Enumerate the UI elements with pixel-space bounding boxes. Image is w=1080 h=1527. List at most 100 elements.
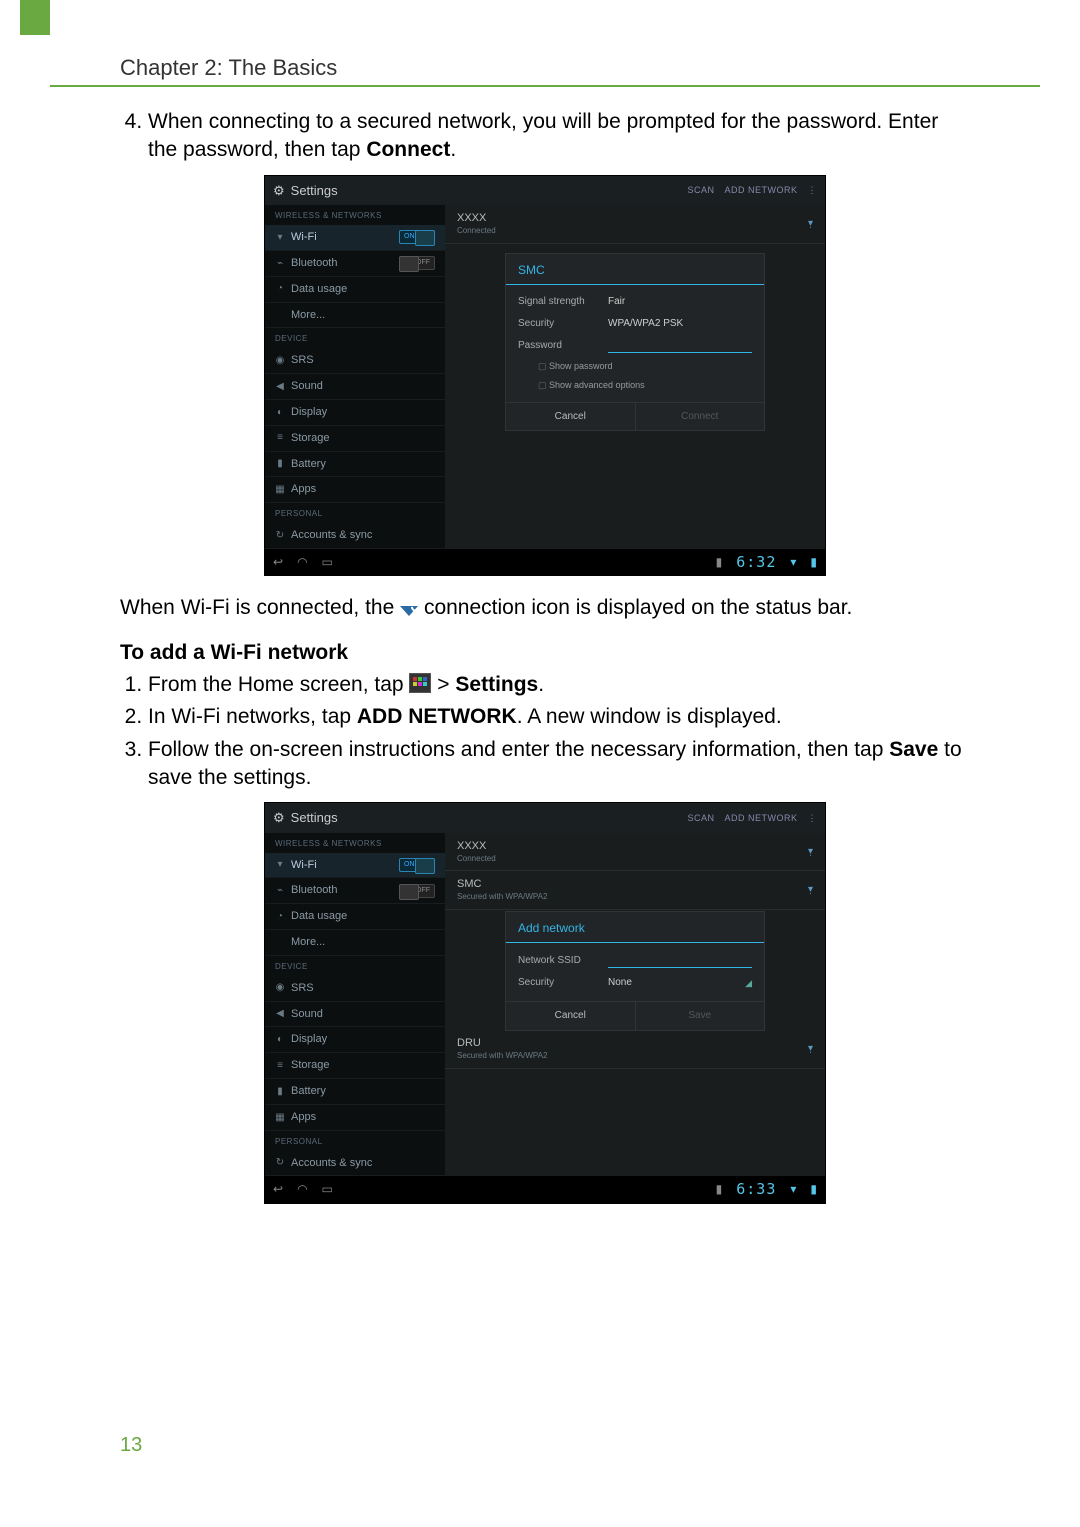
- wifi-status-icon: ▾: [790, 1181, 796, 1197]
- gear-icon: ⚙: [273, 182, 285, 200]
- ssid-input[interactable]: [608, 953, 752, 968]
- add-step-3: Follow the on-screen instructions and en…: [148, 736, 970, 793]
- add-network-action[interactable]: ADD NETWORK: [725, 812, 798, 824]
- section-wireless: WIRELESS & NETWORKS: [265, 205, 445, 225]
- save-button[interactable]: Save: [635, 1002, 765, 1030]
- sidebar-item-display[interactable]: ◐Display: [265, 400, 445, 426]
- display-icon: ◐: [275, 406, 285, 420]
- add-network-action[interactable]: ADD NETWORK: [725, 184, 798, 196]
- data-icon: ◔: [275, 910, 285, 924]
- header-divider: [50, 85, 1040, 87]
- gear-icon: ⚙: [273, 809, 285, 827]
- data-icon: ◔: [275, 282, 285, 296]
- sidebar-item-bluetooth[interactable]: ⌁ Bluetooth OFF: [265, 878, 445, 904]
- sidebar-item-storage[interactable]: ≡Storage: [265, 1053, 445, 1079]
- sidebar-item-apps[interactable]: ▦Apps: [265, 1105, 445, 1131]
- sidebar-item-accounts[interactable]: ↻Accounts & sync: [265, 1151, 445, 1177]
- add-step-1: From the Home screen, tap > Settings.: [148, 671, 970, 699]
- sidebar-item-accounts[interactable]: ↻Accounts & sync: [265, 523, 445, 549]
- screenshot-add-network-dialog: ⚙ Settings SCAN ADD NETWORK ⋮ WIRELESS &…: [264, 802, 826, 1203]
- sidebar-item-wifi[interactable]: ▾ Wi-Fi ON: [265, 853, 445, 879]
- dropdown-arrow-icon: ◢: [745, 977, 752, 989]
- overflow-icon[interactable]: ⋮: [808, 812, 818, 824]
- home-icon[interactable]: ◠: [297, 554, 307, 570]
- password-input[interactable]: [608, 338, 752, 353]
- sidebar-item-apps[interactable]: ▦Apps: [265, 477, 445, 503]
- charge-status-icon: ▮: [810, 1181, 817, 1197]
- post-screenshot-text: When Wi-Fi is connected, the connection …: [120, 594, 970, 622]
- sidebar-item-sound[interactable]: ◀Sound: [265, 1002, 445, 1028]
- settings-sidebar: WIRELESS & NETWORKS ▾ Wi-Fi ON ⌁ Bluetoo…: [265, 833, 445, 1177]
- section-device: DEVICE: [265, 328, 445, 348]
- dialog-title: Add network: [506, 912, 764, 943]
- show-password-checkbox[interactable]: Show password: [518, 357, 752, 375]
- sidebar-item-srs[interactable]: ◉SRS: [265, 976, 445, 1002]
- apps-icon: ▦: [275, 483, 285, 497]
- storage-icon: ≡: [275, 431, 285, 445]
- page-accent: [20, 0, 50, 35]
- sidebar-item-data-usage[interactable]: ◔Data usage: [265, 904, 445, 930]
- show-advanced-checkbox[interactable]: Show advanced options: [518, 376, 752, 394]
- dialog-title: SMC: [506, 254, 764, 285]
- recent-icon[interactable]: ▭: [322, 1181, 333, 1197]
- network-row-xxxx[interactable]: XXXX Connected ▾̣: [445, 205, 825, 244]
- connect-button[interactable]: Connect: [635, 403, 765, 431]
- wifi-toggle[interactable]: ON: [399, 858, 435, 872]
- cancel-button[interactable]: Cancel: [506, 1002, 635, 1030]
- battery-icon: ▮: [275, 1085, 285, 1099]
- sidebar-item-more[interactable]: More...: [265, 303, 445, 329]
- sidebar-item-data-usage[interactable]: ◔Data usage: [265, 277, 445, 303]
- wifi-signal-icon: ▾̣: [808, 883, 813, 897]
- add-network-dialog: Add network Network SSID Security None ◢…: [505, 911, 765, 1031]
- srs-icon: ◉: [275, 354, 285, 368]
- wifi-toggle[interactable]: ON: [399, 230, 435, 244]
- sound-icon: ◀: [275, 380, 285, 394]
- sidebar-item-more[interactable]: More...: [265, 930, 445, 956]
- bluetooth-toggle[interactable]: OFF: [399, 256, 435, 270]
- step-4-bold: Connect: [366, 138, 450, 161]
- wifi-connected-icon: [400, 606, 418, 616]
- section-personal: PERSONAL: [265, 503, 445, 523]
- sound-icon: ◀: [275, 1007, 285, 1021]
- connect-dialog: SMC Signal strengthFair SecurityWPA/WPA2…: [505, 253, 765, 431]
- add-step-2: In Wi-Fi networks, tap ADD NETWORK. A ne…: [148, 703, 970, 731]
- recent-icon[interactable]: ▭: [322, 554, 333, 570]
- sidebar-item-battery[interactable]: ▮Battery: [265, 452, 445, 478]
- bluetooth-toggle[interactable]: OFF: [399, 884, 435, 898]
- wifi-signal-icon: ▾̣: [808, 1042, 813, 1056]
- sync-icon: ↻: [275, 1156, 285, 1170]
- display-icon: ◐: [275, 1033, 285, 1047]
- system-bar: ↩ ◠ ▭ ▮ 6:33 ▾ ▮: [265, 1176, 825, 1202]
- wifi-icon: ▾: [275, 858, 285, 872]
- wifi-signal-icon: ▾̣: [808, 845, 813, 859]
- scan-action[interactable]: SCAN: [687, 184, 714, 196]
- sidebar-item-wifi[interactable]: ▾ Wi-Fi ON: [265, 225, 445, 251]
- cancel-button[interactable]: Cancel: [506, 403, 635, 431]
- network-row-smc[interactable]: SMCSecured with WPA/WPA2 ▾̣: [445, 871, 825, 910]
- add-network-heading: To add a Wi-Fi network: [120, 639, 970, 667]
- sidebar-item-display[interactable]: ◐Display: [265, 1027, 445, 1053]
- home-icon[interactable]: ◠: [297, 1181, 307, 1197]
- scan-action[interactable]: SCAN: [687, 812, 714, 824]
- sidebar-item-battery[interactable]: ▮Battery: [265, 1079, 445, 1105]
- overflow-icon[interactable]: ⋮: [808, 184, 818, 196]
- settings-title: Settings: [291, 809, 338, 827]
- step-4-text: When connecting to a secured network, yo…: [148, 110, 938, 161]
- back-icon[interactable]: ↩: [273, 554, 283, 570]
- wifi-signal-icon: ▾̣: [808, 217, 813, 231]
- settings-sidebar: WIRELESS & NETWORKS ▾ Wi-Fi ON ⌁ Bluetoo…: [265, 205, 445, 549]
- network-row-xxxx[interactable]: XXXXConnected ▾̣: [445, 833, 825, 872]
- sidebar-item-srs[interactable]: ◉SRS: [265, 348, 445, 374]
- sync-icon: ↻: [275, 529, 285, 543]
- apps-icon: ▦: [275, 1111, 285, 1125]
- network-row-dru[interactable]: DRUSecured with WPA/WPA2 ▾̣: [445, 1030, 825, 1069]
- screenshot-connect-dialog: ⚙ Settings SCAN ADD NETWORK ⋮ WIRELESS &…: [264, 175, 826, 576]
- sidebar-item-bluetooth[interactable]: ⌁ Bluetooth OFF: [265, 251, 445, 277]
- sidebar-item-storage[interactable]: ≡Storage: [265, 426, 445, 452]
- back-icon[interactable]: ↩: [273, 1181, 283, 1197]
- bluetooth-icon: ⌁: [275, 257, 285, 271]
- security-dropdown[interactable]: None: [608, 976, 632, 990]
- clock: 6:32: [736, 552, 776, 572]
- step-list-continued: When connecting to a secured network, yo…: [120, 108, 970, 165]
- sidebar-item-sound[interactable]: ◀Sound: [265, 374, 445, 400]
